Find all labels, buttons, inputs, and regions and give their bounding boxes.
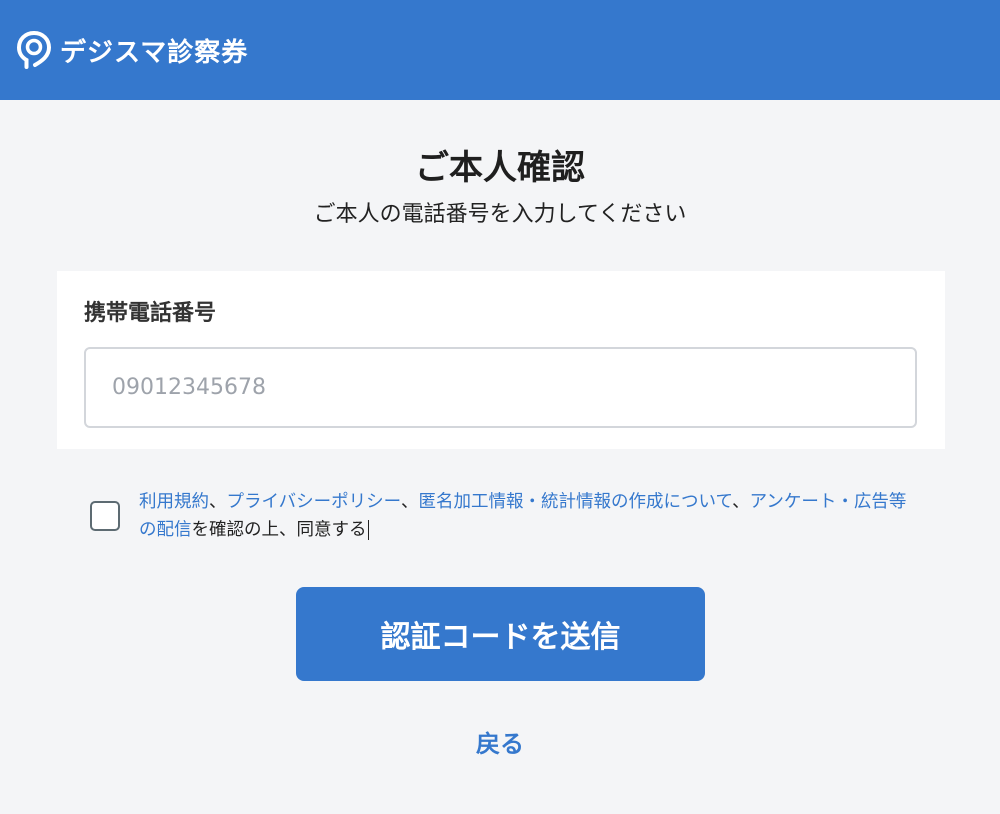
back-link[interactable]: 戻る — [0, 724, 1000, 759]
separator: 、 — [732, 492, 750, 512]
anonymized-info-link[interactable]: 匿名加工情報・統計情報の作成について — [418, 492, 732, 512]
text-cursor — [367, 520, 369, 540]
brand-name: デジスマ診察券 — [60, 37, 249, 68]
privacy-policy-link[interactable]: プライバシーポリシー — [227, 492, 401, 512]
phone-field-label: 携帯電話番号 — [84, 301, 217, 326]
app-logo[interactable]: デジスマ診察券 — [16, 30, 248, 70]
terms-link[interactable]: 利用規約 — [139, 492, 209, 512]
agreement-checkbox[interactable] — [90, 501, 120, 531]
page-title: ご本人確認 — [415, 148, 585, 188]
separator: 、 — [400, 492, 419, 512]
phone-number-input[interactable] — [84, 347, 917, 428]
app-header: デジスマ診察券 — [0, 0, 1000, 100]
page-subtitle: ご本人の電話番号を入力してください — [313, 202, 687, 227]
agreement-suffix: を確認の上、同意する — [191, 520, 367, 540]
phone-form-card: 携帯電話番号 — [57, 271, 945, 449]
agreement-text: 利用規約、プライバシーポリシー、匿名加工情報・統計情報の作成について、アンケート… — [139, 488, 909, 544]
separator: 、 — [209, 492, 227, 512]
send-verification-code-button[interactable]: 認証コードを送信 — [296, 587, 705, 681]
location-pin-icon — [16, 31, 52, 69]
